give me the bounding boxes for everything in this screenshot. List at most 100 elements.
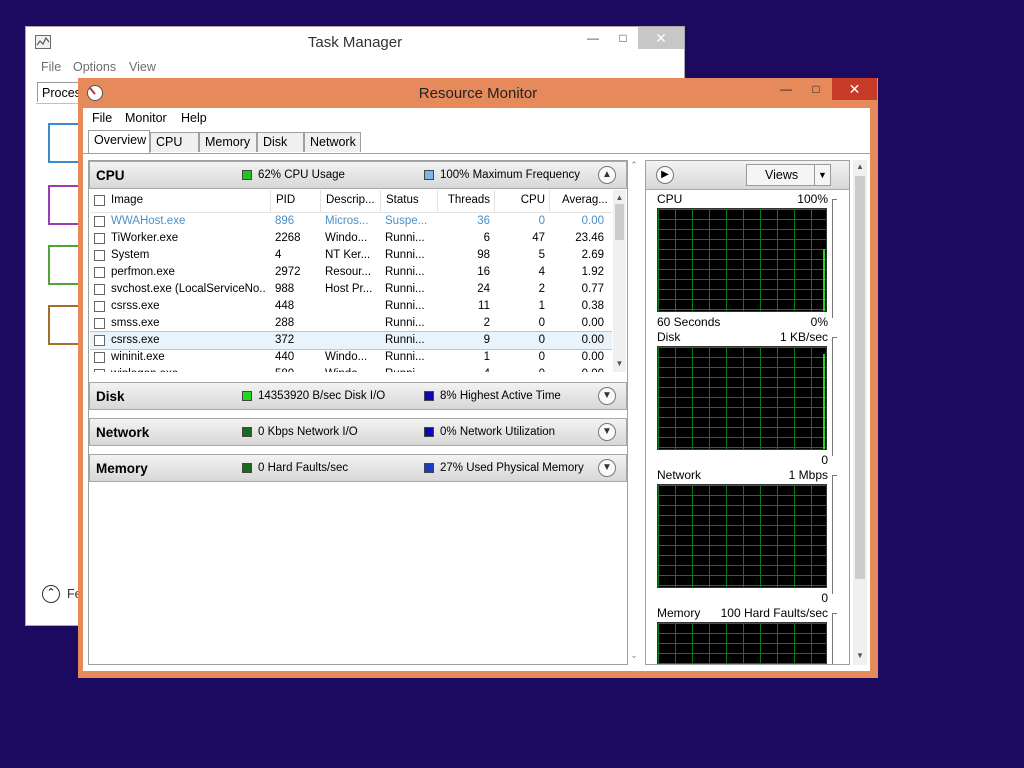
graph-bracket <box>832 475 837 594</box>
cpu-section-header[interactable]: CPU 62% CPU Usage 100% Maximum Frequency… <box>89 161 627 189</box>
cell-cpu: 5 <box>538 249 545 261</box>
row-checkbox[interactable] <box>94 335 105 346</box>
row-checkbox[interactable] <box>94 352 105 363</box>
row-checkbox[interactable] <box>94 250 105 261</box>
menu-file[interactable]: File <box>41 60 61 74</box>
cell-pid: 440 <box>275 351 295 363</box>
menu-monitor[interactable]: Monitor <box>125 111 167 125</box>
minimize-button[interactable]: — <box>578 27 608 49</box>
col-pid[interactable]: PID <box>270 190 320 212</box>
table-row[interactable]: winlogon.exe 580 Windo... Runni...40 0.00 <box>90 366 612 372</box>
cell-avg: 0.00 <box>581 334 604 346</box>
collapse-chevron-up-icon[interactable]: ▲ <box>598 166 616 184</box>
task-manager-titlebar[interactable]: Task Manager — □ ✕ <box>26 27 684 57</box>
cell-desc: Resour... <box>325 266 372 278</box>
table-row[interactable]: perfmon.exe 2972 Resour... Runni... 16 4 1.92 <box>90 264 612 281</box>
tab-network[interactable]: Network <box>304 132 361 152</box>
maximize-button[interactable]: □ <box>801 78 831 100</box>
expand-chevron-down-icon[interactable]: ▼ <box>598 387 616 405</box>
tab-cpu[interactable]: CPU <box>150 132 199 152</box>
cell-image: svchost.exe (LocalServiceNo... <box>111 283 266 295</box>
memory-used-swatch <box>424 463 434 473</box>
tab-memory[interactable]: Memory <box>199 132 257 152</box>
cell-desc: Host Pr... <box>325 283 373 295</box>
scroll-down-arrow-icon[interactable]: ▼ <box>855 651 865 660</box>
cell-cpu: 0 <box>538 215 545 227</box>
expand-chevron-down-icon[interactable]: ▼ <box>598 423 616 441</box>
cell-status: Runni... <box>385 334 425 346</box>
menu-help[interactable]: Help <box>181 111 207 125</box>
row-checkbox[interactable] <box>94 267 105 278</box>
fewer-details-icon[interactable]: ⌃ <box>42 585 60 603</box>
cell-pid: 448 <box>275 300 295 312</box>
table-row[interactable]: csrss.exe 372 Runni... 9 0 0.00 <box>90 331 612 350</box>
col-average-cpu[interactable]: Averag... <box>549 190 612 212</box>
cell-status: Runni... <box>385 317 425 329</box>
minimize-button[interactable]: — <box>771 78 801 100</box>
col-cpu[interactable]: CPU <box>494 190 549 212</box>
disk-section-header[interactable]: Disk 14353920 B/sec Disk I/O 8% Highest … <box>89 382 627 410</box>
dropdown-arrow-icon[interactable]: ▼ <box>814 165 830 185</box>
graphs-pane: ▶ Views ▼ CPU 100% 60 Seconds 0% Disk 1 KB/se… <box>645 160 850 665</box>
table-row[interactable]: wininit.exe 440 Windo... Runni... 1 0 0.00 <box>90 349 612 366</box>
table-row[interactable]: smss.exe 288 Runni... 2 0 0.00 <box>90 315 612 332</box>
menu-view[interactable]: View <box>129 60 156 74</box>
cell-avg: 0.38 <box>581 300 604 312</box>
cell-status: Runni... <box>385 283 425 295</box>
table-scrollbar-thumb[interactable] <box>615 204 624 240</box>
chevron-right-icon[interactable]: ▶ <box>656 166 674 184</box>
table-row[interactable]: svchost.exe (LocalServiceNo... 988 Host Pr… <box>90 281 612 298</box>
network-section-header[interactable]: Network 0 Kbps Network I/O 0% Network Ut… <box>89 418 627 446</box>
disk-section-title: Disk <box>96 389 125 404</box>
menu-options[interactable]: Options <box>73 60 116 74</box>
resource-monitor-title: Resource Monitor <box>418 85 538 102</box>
table-row[interactable]: csrss.exe 448 Runni... 11 1 0.38 <box>90 298 612 315</box>
cell-status: Runni... <box>385 232 425 244</box>
graph-canvas <box>657 622 827 664</box>
row-checkbox[interactable] <box>94 216 105 227</box>
resource-monitor-window[interactable]: Resource Monitor — □ ✕ File Monitor Help… <box>78 78 878 678</box>
row-checkbox[interactable] <box>94 318 105 329</box>
scroll-down-arrow-icon[interactable]: ⌄ <box>629 650 639 661</box>
row-checkbox[interactable] <box>94 369 105 372</box>
col-image[interactable]: Image <box>111 194 143 206</box>
scroll-down-arrow-icon[interactable]: ▼ <box>614 358 625 369</box>
tab-overview[interactable]: Overview <box>88 130 150 153</box>
graph-footer-right: 0 <box>821 453 828 467</box>
maximize-button[interactable]: □ <box>608 27 638 49</box>
row-checkbox[interactable] <box>94 284 105 295</box>
table-row[interactable]: TiWorker.exe 2268 Windo... Runni... 6 47 23.46 <box>90 230 612 247</box>
cpu-process-table: Image PID Descrip... Status Threads CPU … <box>90 190 612 372</box>
left-pane-scrollbar[interactable]: ⌃ ⌄ <box>629 160 639 665</box>
cell-pid: 2972 <box>275 266 301 278</box>
resource-monitor-titlebar[interactable]: Resource Monitor — □ ✕ <box>78 78 878 108</box>
resource-monitor-menubar: File Monitor Help <box>83 108 870 128</box>
expand-chevron-down-icon[interactable]: ▼ <box>598 459 616 477</box>
graph-max-label: 1 KB/sec <box>779 330 828 344</box>
table-row[interactable]: WWAHost.exe 896 Micros... Suspe... 36 0 0.00 <box>90 213 612 230</box>
memory-section-header[interactable]: Memory 0 Hard Faults/sec 27% Used Physic… <box>89 454 627 482</box>
scroll-up-arrow-icon[interactable]: ▲ <box>614 192 625 203</box>
graph-canvas <box>657 208 827 312</box>
col-status[interactable]: Status <box>380 190 437 212</box>
views-dropdown[interactable]: Views ▼ <box>746 164 831 186</box>
table-scrollbar[interactable]: ▲ ▼ <box>613 190 626 372</box>
graphs-scrollbar-thumb[interactable] <box>855 176 865 579</box>
cell-avg: 23.46 <box>575 232 604 244</box>
cell-image: TiWorker.exe <box>111 232 179 244</box>
col-description[interactable]: Descrip... <box>320 190 380 212</box>
graph-max-label: 100 Hard Faults/sec <box>720 606 828 620</box>
scroll-up-arrow-icon[interactable]: ⌃ <box>629 160 639 171</box>
row-checkbox[interactable] <box>94 301 105 312</box>
menu-file[interactable]: File <box>92 111 112 125</box>
table-row[interactable]: System 4 NT Ker... Runni... 98 5 2.69 <box>90 247 612 264</box>
col-threads[interactable]: Threads <box>437 190 494 212</box>
select-all-checkbox[interactable] <box>94 195 105 206</box>
row-checkbox[interactable] <box>94 233 105 244</box>
graphs-scrollbar[interactable]: ▲ ▼ <box>853 160 867 665</box>
scroll-up-arrow-icon[interactable]: ▲ <box>855 162 865 171</box>
close-button[interactable]: ✕ <box>832 78 877 100</box>
close-button[interactable]: ✕ <box>638 27 684 49</box>
tab-disk[interactable]: Disk <box>257 132 304 152</box>
memory-faults-stat: 0 Hard Faults/sec <box>258 462 349 474</box>
